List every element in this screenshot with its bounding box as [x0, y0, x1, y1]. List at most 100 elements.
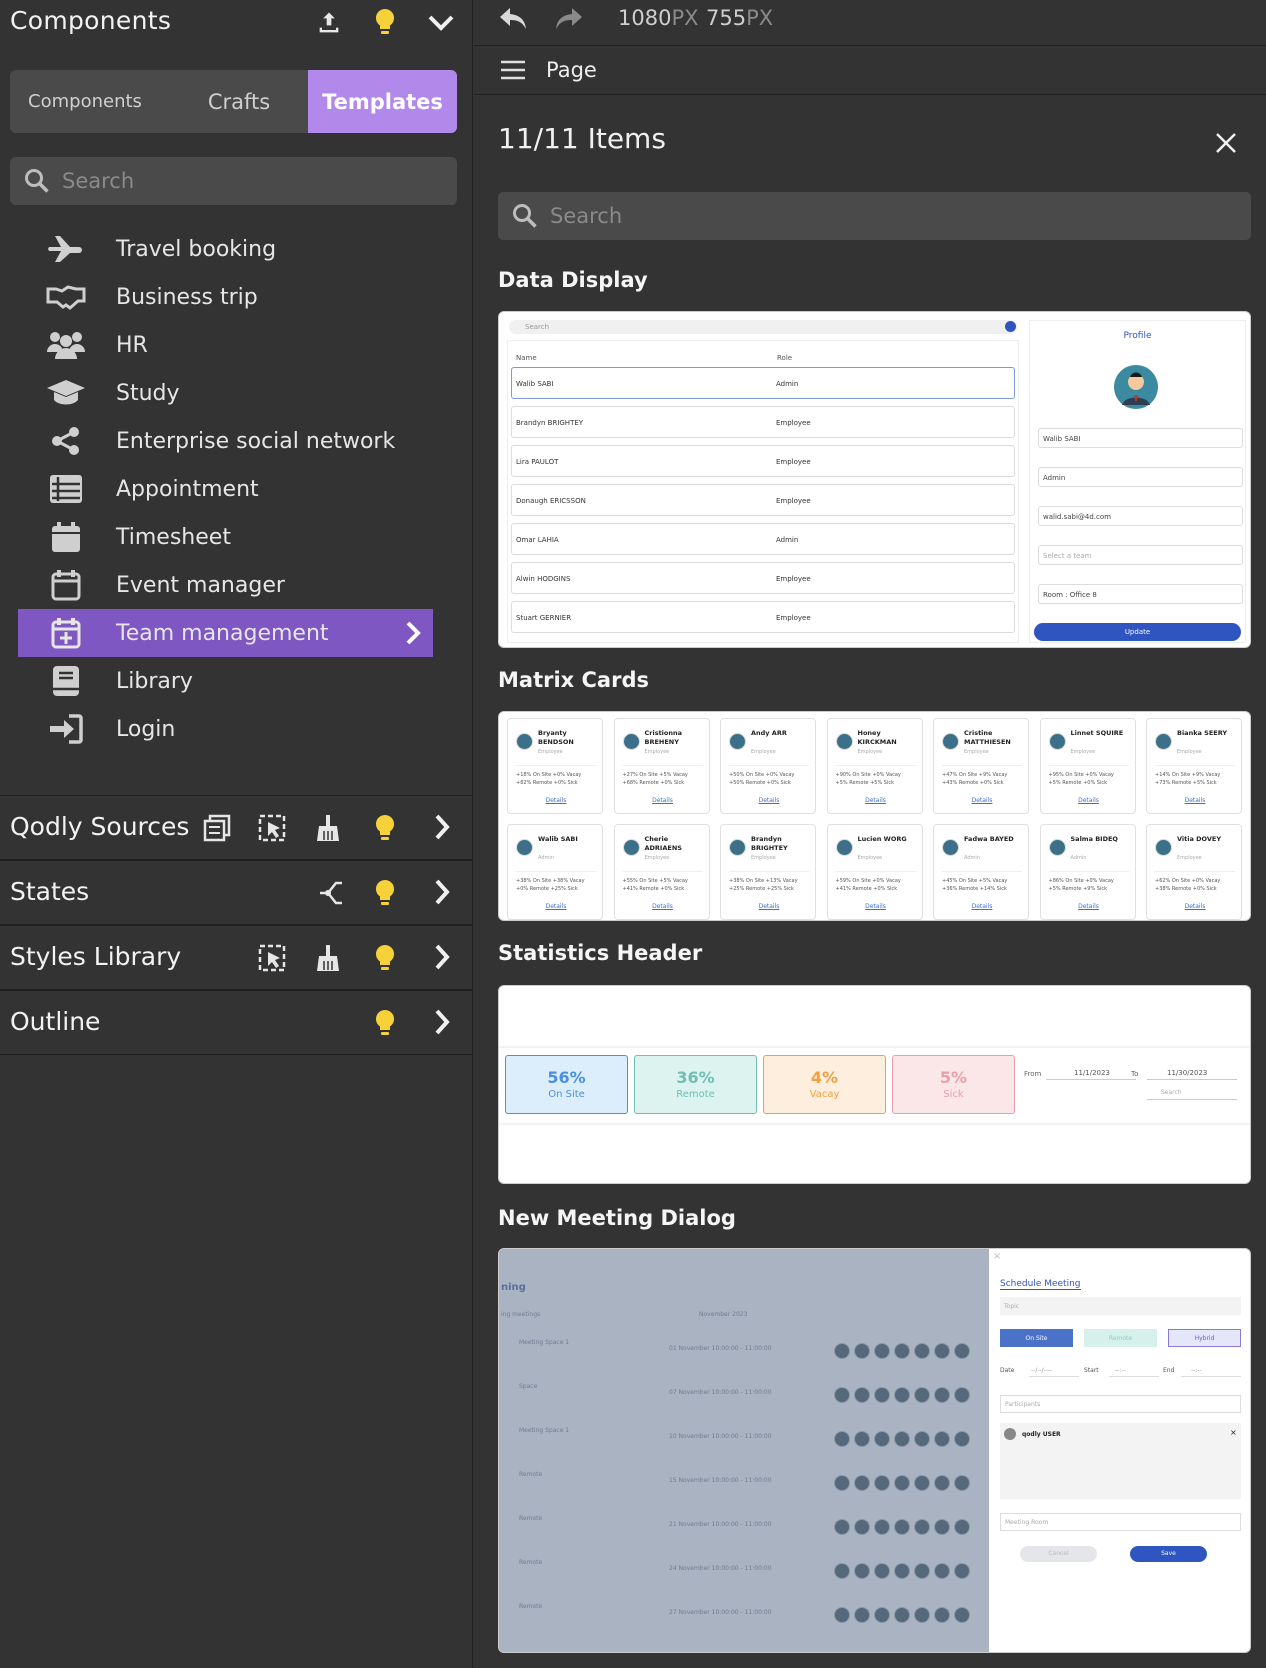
meeting-row[interactable]: Space 07 November 10:00:00 - 11:00:00	[499, 1373, 989, 1417]
matrix-card[interactable]: Bianka SEERY Employee +14% On Site +9% Vac…	[1146, 718, 1242, 814]
table-row[interactable]: Lira PAULOT Employee	[511, 445, 1015, 477]
chevron-right-icon[interactable]	[432, 879, 452, 905]
to-date-input[interactable]: 11/30/2023	[1147, 1066, 1237, 1080]
nav-item-business-trip[interactable]: Business trip	[18, 273, 433, 321]
table-row[interactable]: Stuart GERNIER Employee	[511, 601, 1015, 633]
meeting-row[interactable]: Meeting Space 1 01 November 10:00:00 - 11…	[499, 1329, 989, 1373]
details-link[interactable]: Details	[934, 797, 1030, 804]
hamburger-menu-icon[interactable]	[500, 59, 526, 81]
select-cursor-icon[interactable]	[258, 814, 286, 842]
canvas-height[interactable]: 755PX	[706, 6, 773, 30]
meeting-row[interactable]: Remote 24 November 10:00:00 - 11:00:00	[499, 1549, 989, 1593]
nav-item-appointment[interactable]: Appointment	[18, 465, 433, 513]
chevron-right-icon[interactable]	[432, 814, 452, 840]
nav-item-hr[interactable]: HR	[18, 321, 433, 369]
start-input[interactable]: --:--	[1109, 1363, 1159, 1377]
section-outline[interactable]: Outline	[0, 990, 473, 1055]
table-row[interactable]: Donaugh ERICSSON Employee	[511, 484, 1015, 516]
meeting-row[interactable]: Meeting Space 1 10 November 10:00:00 - 11…	[499, 1417, 989, 1461]
from-date-input[interactable]: 11/1/2023	[1046, 1066, 1136, 1080]
date-input[interactable]: --/--/----	[1029, 1363, 1079, 1377]
broom-icon[interactable]	[315, 814, 341, 842]
details-link[interactable]: Details	[828, 903, 924, 910]
redo-icon[interactable]	[554, 6, 584, 32]
profile-name-field[interactable]: Walib SABI	[1038, 428, 1243, 448]
matrix-card[interactable]: Bryanty BENDSON Employee +18% On Site +0% …	[507, 718, 603, 814]
save-button[interactable]: Save	[1130, 1546, 1207, 1562]
upload-icon[interactable]	[315, 9, 343, 37]
matrix-card[interactable]: Lucien WORG Employee +59% On Site +0% Vaca…	[826, 824, 924, 920]
details-link[interactable]: Details	[721, 797, 817, 804]
details-link[interactable]: Details	[721, 903, 817, 910]
details-link[interactable]: Details	[615, 797, 711, 804]
tab-components[interactable]: Components	[10, 70, 160, 133]
remove-participant-icon[interactable]: ×	[1230, 1428, 1237, 1437]
tab-crafts[interactable]: Crafts	[160, 70, 318, 133]
end-input[interactable]: --:--	[1181, 1363, 1241, 1377]
details-link[interactable]: Details	[1147, 903, 1243, 910]
details-link[interactable]: Details	[1041, 903, 1137, 910]
template-new-meeting-dialog[interactable]: ning ing meetings November 2023 Meeting …	[498, 1248, 1251, 1653]
matrix-card[interactable]: Honey KIRCKMAN Employee +90% On Site +0% V…	[826, 718, 924, 814]
mode-hybrid-button[interactable]: Hybrid	[1168, 1329, 1241, 1347]
table-row[interactable]: Omar LAHIA Admin	[511, 523, 1015, 555]
room-select[interactable]: Room : Office 8	[1038, 584, 1243, 604]
templates-search-input[interactable]: Search	[498, 192, 1251, 240]
template-data-display[interactable]: Search Name Role Walib SABI Admin Brandyn…	[498, 311, 1251, 648]
matrix-card[interactable]: Cristionna BREHENY Employee +27% On Site +…	[613, 718, 711, 814]
close-icon[interactable]: ×	[993, 1251, 1001, 1262]
nav-item-login[interactable]: Login	[18, 705, 433, 753]
section-styles-library[interactable]: Styles Library	[0, 925, 473, 990]
details-link[interactable]: Details	[934, 903, 1030, 910]
table-row[interactable]: Brandyn BRIGHTEY Employee	[511, 406, 1015, 438]
nav-item-study[interactable]: Study	[18, 369, 433, 417]
lightbulb-icon[interactable]	[373, 8, 397, 38]
lightbulb-icon[interactable]	[373, 1009, 397, 1039]
chevron-right-icon[interactable]	[432, 1009, 452, 1035]
details-link[interactable]: Details	[1041, 797, 1137, 804]
profile-role-field[interactable]: Admin	[1038, 467, 1243, 487]
matrix-card[interactable]: Salma BIDEQ Admin +86% On Site +0% Vacay +5…	[1039, 824, 1137, 920]
details-link[interactable]: Details	[828, 797, 924, 804]
search-input[interactable]: Search	[10, 157, 457, 205]
section-states[interactable]: States	[0, 860, 473, 925]
lightbulb-icon[interactable]	[373, 814, 397, 844]
details-link[interactable]: Details	[508, 797, 604, 804]
details-link[interactable]: Details	[1147, 797, 1243, 804]
window-icon[interactable]	[203, 814, 231, 842]
table-row[interactable]: Alwin HODGINS Employee	[511, 562, 1015, 594]
lightbulb-icon[interactable]	[373, 879, 397, 909]
section-qodly-sources[interactable]: Qodly Sources	[0, 795, 473, 860]
matrix-card[interactable]: Walib SABI Admin +38% On Site +38% Vacay +0…	[507, 824, 603, 920]
nav-item-timesheet[interactable]: Timesheet	[18, 513, 433, 561]
details-link[interactable]: Details	[615, 903, 711, 910]
matrix-card[interactable]: Linnet SQUIRE Employee +95% On Site +0% Va…	[1039, 718, 1137, 814]
team-select[interactable]: Select a team	[1038, 545, 1243, 565]
meeting-row[interactable]: Remote 15 November 10:00:00 - 11:00:00	[499, 1461, 989, 1505]
matrix-card[interactable]: Brandyn BRIGHTEY Employee +38% On Site +13…	[720, 824, 816, 920]
meeting-room-select[interactable]: Meeting Room	[1000, 1513, 1241, 1531]
nav-item-team-management[interactable]: Team management	[18, 609, 433, 657]
lightbulb-icon[interactable]	[373, 944, 397, 974]
stats-search-input[interactable]: Search	[1147, 1086, 1237, 1100]
cancel-button[interactable]: Cancel	[1020, 1546, 1097, 1562]
table-row[interactable]: Walib SABI Admin	[511, 367, 1015, 399]
matrix-card[interactable]: Andy ARR Employee +50% On Site +0% Vacay +5…	[720, 718, 816, 814]
nav-item-enterprise-social-network[interactable]: Enterprise social network	[18, 417, 433, 465]
profile-email-field[interactable]: walid.sabi@4d.com	[1038, 506, 1243, 526]
mode-on-site-button[interactable]: On Site	[1000, 1329, 1073, 1347]
nav-item-travel-booking[interactable]: Travel booking	[18, 225, 433, 273]
canvas-width[interactable]: 1080PX	[618, 6, 699, 30]
participants-select[interactable]: Participants	[1000, 1395, 1241, 1413]
broom-icon[interactable]	[315, 944, 341, 972]
close-icon[interactable]	[1215, 132, 1237, 154]
topic-input[interactable]: Topic	[1000, 1297, 1241, 1315]
matrix-card[interactable]: Vitia DOVEY Employee +62% On Site +0% Vaca…	[1146, 824, 1242, 920]
tab-templates[interactable]: Templates	[308, 70, 457, 133]
states-icon[interactable]	[318, 879, 344, 907]
matrix-card[interactable]: Fadwa BAYED Admin +45% On Site +5% Vacay +3…	[933, 824, 1029, 920]
undo-icon[interactable]	[498, 6, 528, 32]
template-statistics-header[interactable]: 56% On Site 36% Remote 4% Vacay 5% Sick From 11…	[498, 985, 1251, 1184]
nav-item-event-manager[interactable]: Event manager	[18, 561, 433, 609]
meeting-row[interactable]: Remote 27 November 10:00:00 - 11:00:00	[499, 1593, 989, 1637]
